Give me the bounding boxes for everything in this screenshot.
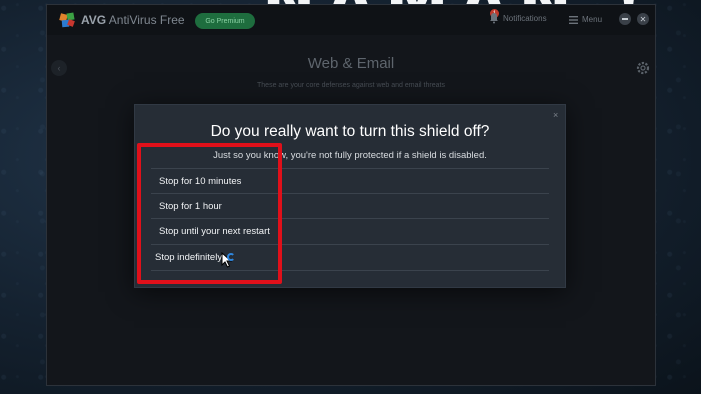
option-stop-1-hour[interactable]: Stop for 1 hour (151, 193, 549, 218)
close-icon: ✕ (639, 14, 647, 24)
turn-off-shield-dialog: × Do you really want to turn this shield… (134, 104, 566, 288)
close-window-button[interactable]: ✕ (637, 13, 649, 25)
notifications-button[interactable]: Notifications (489, 12, 547, 24)
page-subtitle: These are your core defenses against web… (257, 82, 445, 89)
avg-logo-icon (59, 12, 75, 28)
dialog-subtitle: Just so you know, you're not fully prote… (213, 150, 487, 161)
menu-label: Menu (582, 15, 603, 24)
dialog-bottom-divider (151, 270, 549, 271)
app-title: AVG AntiVirus Free (81, 13, 185, 27)
hamburger-icon (569, 15, 578, 24)
minimize-button[interactable] (619, 13, 631, 25)
page-title: Web & Email (307, 55, 395, 72)
busy-spinner-icon (227, 253, 235, 261)
bell-icon (490, 13, 498, 24)
go-premium-button[interactable]: Go Premium (195, 13, 255, 29)
title-bar: AVG AntiVirus Free Go Premium 1 Notifica… (47, 5, 655, 35)
minimize-icon (622, 18, 628, 20)
option-stop-indefinitely[interactable]: Stop indefinitely (151, 244, 549, 269)
notifications-label: Notifications (503, 13, 547, 23)
option-stop-until-restart[interactable]: Stop until your next restart (151, 218, 549, 243)
dialog-close-button[interactable]: × (553, 110, 558, 120)
menu-button[interactable]: Menu (569, 15, 602, 24)
option-stop-10-minutes[interactable]: Stop for 10 minutes (151, 168, 549, 193)
settings-gear-icon[interactable] (635, 60, 651, 76)
dialog-title: Do you really want to turn this shield o… (210, 123, 490, 140)
